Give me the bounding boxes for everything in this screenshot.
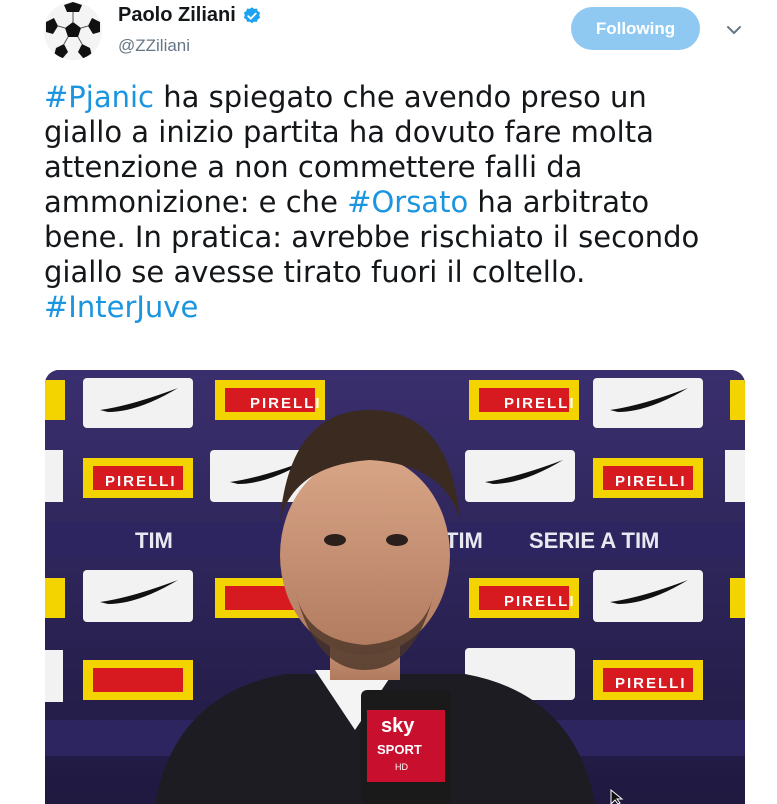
- tweet-text-segment: ha arbitrato: [468, 185, 650, 219]
- tweet-text-segment: ha spiegato che avendo preso un: [154, 80, 647, 114]
- tweet-text-segment: bene. In pratica: avrebbe rischiato il s…: [44, 220, 700, 254]
- tweet-text-line: bene. In pratica: avrebbe rischiato il s…: [44, 220, 744, 255]
- tweet-text-segment: giallo a inizio partita ha dovuto fare m…: [44, 115, 654, 149]
- tweet-text: #Pjanic ha spiegato che avendo preso un g…: [44, 80, 744, 325]
- tweet-text-line: #InterJuve: [44, 290, 744, 325]
- sponsor-text-1: PIRELLI: [250, 395, 322, 412]
- tim-text-2: TIM: [445, 528, 483, 553]
- hashtag-link[interactable]: #Pjanic: [44, 80, 154, 114]
- hashtag-link[interactable]: #InterJuve: [44, 290, 198, 324]
- name-row: Paolo Ziliani: [118, 4, 262, 27]
- mic-sub-text: SPORT: [377, 742, 422, 757]
- tweet-text-segment: ammonizione: e che: [44, 185, 348, 219]
- tweet-text-line: ammonizione: e che #Orsato ha arbitrato: [44, 185, 744, 220]
- soccer-ball-icon: [44, 2, 102, 60]
- tweet-text-segment: attenzione a non commettere falli da: [44, 150, 583, 184]
- tweet-text-line: #Pjanic ha spiegato che avendo preso un: [44, 80, 744, 115]
- mic-hd-text: HD: [395, 762, 408, 772]
- display-name[interactable]: Paolo Ziliani: [118, 4, 236, 27]
- chevron-down-icon[interactable]: [724, 20, 744, 40]
- tim-text-1: TIM: [135, 528, 173, 553]
- user-handle[interactable]: @ZZiliani: [118, 36, 190, 56]
- verified-badge-icon: [242, 6, 262, 26]
- following-button[interactable]: Following: [571, 7, 700, 50]
- tweet-text-line: attenzione a non commettere falli da: [44, 150, 744, 185]
- sponsor-text-3: PIRELLI: [105, 473, 177, 490]
- hashtag-link[interactable]: #Orsato: [347, 185, 468, 219]
- tweet-text-line: giallo se avesse tirato fuori il coltell…: [44, 255, 744, 290]
- league-text: SERIE A TIM: [529, 528, 659, 553]
- sponsor-text-2: PIRELLI: [504, 395, 576, 412]
- tweet-text-segment: giallo se avesse tirato fuori il coltell…: [44, 255, 586, 289]
- sponsor-text-6: PIRELLI: [615, 675, 687, 692]
- mic-brand-text: sky: [381, 715, 415, 737]
- tweet-media-photo[interactable]: PIRELLI PIRELLI PIRELLI PIRELLI TIM TIM …: [45, 370, 745, 804]
- avatar[interactable]: [44, 2, 102, 60]
- sponsor-text-5: PIRELLI: [504, 593, 576, 610]
- sponsor-text-4: PIRELLI: [615, 473, 687, 490]
- sky-sport-microphone: sky SPORT HD: [361, 690, 451, 804]
- tweet-header: Paolo Ziliani @ZZiliani Following: [0, 0, 777, 70]
- tweet-text-line: giallo a inizio partita ha dovuto fare m…: [44, 115, 744, 150]
- press-conference-photo: PIRELLI PIRELLI PIRELLI PIRELLI TIM TIM …: [45, 370, 745, 804]
